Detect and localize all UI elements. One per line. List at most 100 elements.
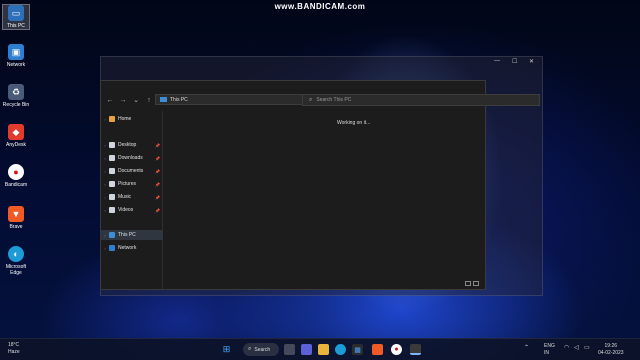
store-icon[interactable]: ▦: [352, 344, 363, 355]
pin-icon[interactable]: 📌: [155, 195, 160, 200]
expand-arrow-icon[interactable]: ›: [101, 156, 109, 161]
weather-description: Haze: [8, 349, 20, 355]
task-view-icon[interactable]: [284, 344, 295, 355]
desktop-icon-anydesk[interactable]: ◆ AnyDesk: [2, 124, 30, 148]
nav-item-network[interactable]: › Network: [101, 243, 163, 253]
pc-icon: [109, 232, 115, 238]
tray-overflow-icon[interactable]: ⌃: [524, 345, 529, 352]
pin-icon[interactable]: 📌: [155, 208, 160, 213]
desktop-icon-label: Network: [6, 62, 26, 68]
desktop-icon-brave[interactable]: ▼ Brave: [2, 206, 30, 230]
expand-arrow-icon[interactable]: ›: [101, 169, 109, 174]
weather-widget[interactable]: 18°C Haze: [8, 342, 20, 356]
expand-arrow-icon[interactable]: ›: [101, 195, 109, 200]
taskbar-search-label: Search: [254, 346, 271, 353]
back-arrow-icon[interactable]: ←: [106, 97, 114, 104]
view-toggle: [465, 281, 479, 286]
nav-item-label: Pictures: [118, 181, 137, 187]
language-code: ENG: [544, 343, 555, 349]
maximize-icon[interactable]: ☐: [512, 58, 517, 65]
desktop-icon-network[interactable]: ▣ Network: [2, 44, 30, 68]
tiles-view-icon[interactable]: [473, 281, 479, 286]
videos-folder-icon: [109, 207, 115, 213]
taskbar-search[interactable]: ⌕ Search: [243, 343, 279, 356]
teams-chat-icon[interactable]: [301, 344, 312, 355]
anydesk-icon: ◆: [8, 124, 24, 140]
language-indicator[interactable]: ENG IN: [544, 343, 555, 357]
start-windows-icon[interactable]: ⊞: [221, 344, 232, 355]
search-icon: ⌕: [248, 346, 252, 352]
file-explorer-window: ← → ⌄ ↑ This PC ⌄ ↻ › Home › Desktop 📌 ›…: [100, 80, 486, 290]
home-icon: [109, 116, 115, 122]
brave-icon[interactable]: [372, 344, 383, 355]
desktop-icon-this-pc[interactable]: ▭ This PC: [2, 4, 30, 30]
nav-item-label: Home: [118, 116, 132, 122]
pin-icon[interactable]: 📌: [155, 156, 160, 161]
bandicam-icon: ●: [8, 164, 24, 180]
pin-icon[interactable]: 📌: [155, 143, 160, 148]
volume-icon[interactable]: ◁: [574, 345, 579, 352]
desktop-icon-recycle-bin[interactable]: ♻ Recycle Bin: [2, 84, 30, 108]
edge-icon: ◐: [8, 246, 24, 262]
desktop-icon-label: Recycle Bin: [2, 102, 30, 108]
pc-icon: [160, 97, 167, 102]
wifi-icon[interactable]: ◠: [564, 345, 569, 352]
address-text: This PC: [170, 96, 188, 103]
navigation-pane: › Home › Desktop 📌 › Downloads 📌 › Docum…: [101, 111, 163, 289]
nav-item-home[interactable]: › Home: [101, 114, 163, 124]
music-folder-icon: [109, 194, 115, 200]
forward-arrow-icon[interactable]: →: [119, 97, 127, 104]
bandicam-icon[interactable]: ●: [391, 344, 402, 355]
nav-item-label: Music: [118, 194, 132, 200]
desktop-icon-label: Brave: [9, 224, 23, 230]
recording-watermark: www.BANDICAM.com: [274, 2, 366, 11]
desktop-icon-edge[interactable]: ◐ Microsoft Edge: [2, 246, 30, 276]
expand-arrow-icon[interactable]: ›: [101, 246, 109, 251]
nav-item-label: Downloads: [118, 155, 143, 161]
active-window-icon[interactable]: [410, 344, 421, 355]
clock-time: 19:26: [604, 343, 618, 349]
up-arrow-icon[interactable]: ↑: [145, 97, 153, 104]
pin-icon[interactable]: 📌: [155, 169, 160, 174]
expand-arrow-icon[interactable]: ›: [101, 143, 109, 148]
network-icon: ▣: [8, 44, 24, 60]
clock[interactable]: 19:26 04-02-2023: [598, 343, 624, 357]
expand-arrow-icon[interactable]: ›: [101, 182, 109, 187]
pin-icon[interactable]: 📌: [155, 182, 160, 187]
nav-item-pictures[interactable]: › Pictures 📌: [101, 179, 163, 189]
expand-arrow-icon[interactable]: ›: [101, 233, 109, 238]
taskbar: 18°C Haze ⊞ ⌕ Search ▦ ● ⌃ ENG IN ◠ ◁ ▭ …: [0, 338, 640, 360]
nav-item-desktop[interactable]: › Desktop 📌: [101, 140, 163, 150]
network-icon: [109, 245, 115, 251]
recent-chevron-icon[interactable]: ⌄: [132, 96, 140, 104]
documents-folder-icon: [109, 168, 115, 174]
expand-arrow-icon[interactable]: ›: [101, 117, 109, 122]
nav-item-label: This PC: [118, 232, 136, 238]
search-icon: ⌕: [309, 96, 313, 103]
close-icon[interactable]: ✕: [529, 58, 534, 65]
search-input[interactable]: ⌕ Search This PC: [302, 94, 540, 106]
clock-date: 04-02-2023: [598, 350, 624, 356]
edge-icon[interactable]: [335, 344, 346, 355]
downloads-folder-icon: [109, 155, 115, 161]
pc-icon: ▭: [8, 5, 24, 21]
nav-item-downloads[interactable]: › Downloads 📌: [101, 153, 163, 163]
battery-icon[interactable]: ▭: [584, 345, 590, 352]
desktop-icon-label: Bandicam: [4, 182, 28, 188]
desktop-folder-icon: [109, 142, 115, 148]
brave-icon: ▼: [8, 206, 24, 222]
loading-status-text: Working on it...: [337, 120, 371, 126]
nav-item-this-pc[interactable]: › This PC: [101, 230, 163, 240]
search-placeholder: Search This PC: [316, 97, 352, 103]
nav-item-label: Network: [118, 245, 137, 251]
desktop-icon-label: Microsoft Edge: [5, 264, 27, 276]
details-view-icon[interactable]: [465, 281, 471, 286]
desktop-icon-bandicam[interactable]: ● Bandicam: [2, 164, 30, 188]
weather-temperature: 18°C: [8, 342, 20, 348]
minimize-icon[interactable]: —: [494, 58, 500, 64]
nav-item-documents[interactable]: › Documents 📌: [101, 166, 163, 176]
nav-item-music[interactable]: › Music 📌: [101, 192, 163, 202]
expand-arrow-icon[interactable]: ›: [101, 208, 109, 213]
file-explorer-icon[interactable]: [318, 344, 329, 355]
nav-item-videos[interactable]: › Videos 📌: [101, 205, 163, 215]
